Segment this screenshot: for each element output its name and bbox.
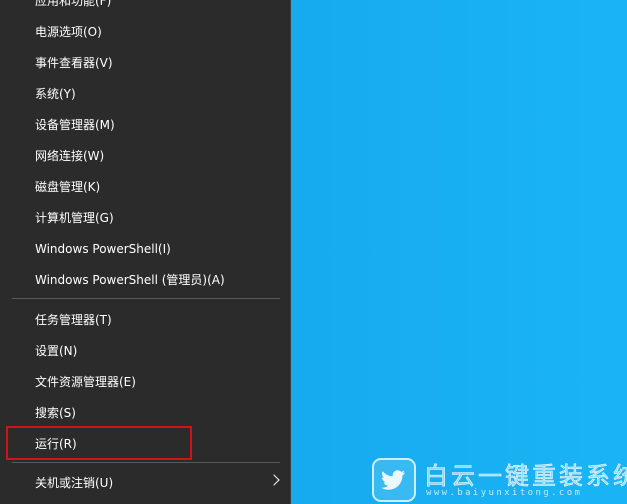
winx-context-menu: 应用和功能(F) 电源选项(O) 事件查看器(V) 系统(Y) 设备管理器(M)… [0, 0, 291, 504]
menu-item-label: 应用和功能(F) [35, 0, 112, 8]
menu-item-label: 设置(N) [35, 344, 78, 358]
menu-item-system[interactable]: 系统(Y) [0, 79, 290, 109]
menu-item-label: 设备管理器(M) [35, 118, 115, 132]
menu-item-disk-management[interactable]: 磁盘管理(K) [0, 172, 290, 202]
run-highlight-annotation [6, 426, 192, 460]
menu-item-label: 计算机管理(G) [35, 211, 114, 225]
menu-item-label: 任务管理器(T) [35, 313, 112, 327]
menu-item-search[interactable]: 搜索(S) [0, 398, 290, 428]
menu-item-network-connections[interactable]: 网络连接(W) [0, 141, 290, 171]
menu-separator [12, 462, 280, 463]
menu-item-shutdown-signout[interactable]: 关机或注销(U) [0, 468, 290, 498]
menu-item-label: Windows PowerShell (管理员)(A) [35, 273, 225, 287]
menu-item-power-options[interactable]: 电源选项(O) [0, 17, 290, 47]
menu-item-computer-management[interactable]: 计算机管理(G) [0, 203, 290, 233]
watermark: 白云一键重装系统 www.baiyunxitong.com [372, 458, 627, 502]
menu-item-label: Windows PowerShell(I) [35, 242, 171, 256]
menu-item-label: 电源选项(O) [35, 25, 102, 39]
menu-item-label: 事件查看器(V) [35, 56, 113, 70]
menu-item-label: 文件资源管理器(E) [35, 375, 136, 389]
watermark-url: www.baiyunxitong.com [426, 488, 583, 498]
twitter-bird-icon [372, 458, 416, 502]
watermark-title: 白云一键重装系统 [424, 462, 627, 491]
menu-item-apps-features[interactable]: 应用和功能(F) [0, 0, 290, 16]
menu-item-powershell-admin[interactable]: Windows PowerShell (管理员)(A) [0, 265, 290, 295]
menu-item-file-explorer[interactable]: 文件资源管理器(E) [0, 367, 290, 397]
menu-item-powershell[interactable]: Windows PowerShell(I) [0, 234, 290, 264]
menu-item-label: 关机或注销(U) [35, 476, 114, 490]
menu-item-label: 磁盘管理(K) [35, 180, 101, 194]
menu-item-event-viewer[interactable]: 事件查看器(V) [0, 48, 290, 78]
menu-item-label: 网络连接(W) [35, 149, 105, 163]
menu-item-label: 系统(Y) [35, 87, 76, 101]
menu-item-settings[interactable]: 设置(N) [0, 336, 290, 366]
chevron-right-icon [268, 474, 280, 486]
menu-item-label: 搜索(S) [35, 406, 76, 420]
menu-separator [12, 298, 280, 299]
menu-item-device-manager[interactable]: 设备管理器(M) [0, 110, 290, 140]
menu-item-task-manager[interactable]: 任务管理器(T) [0, 305, 290, 335]
